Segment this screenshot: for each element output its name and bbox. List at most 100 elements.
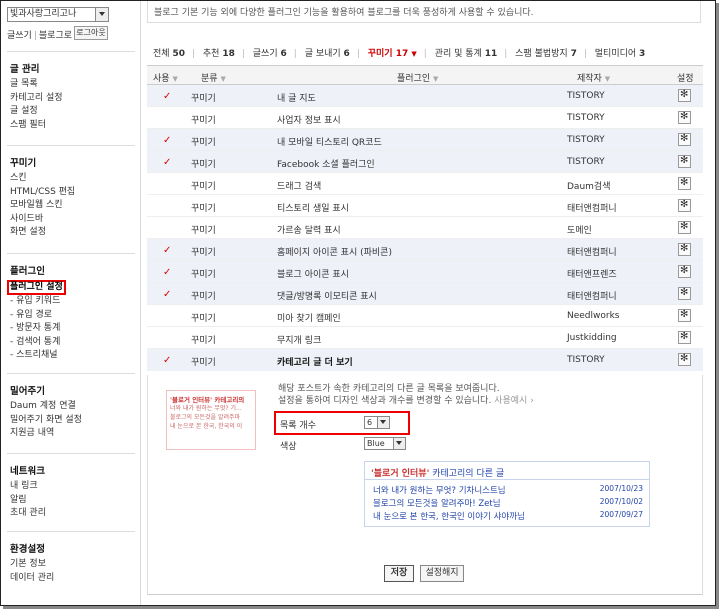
table-row[interactable]: 꾸미기 드래그 검색 Daum검색: [147, 173, 703, 195]
sidebar-item-sidebar[interactable]: 사이드바: [10, 213, 75, 227]
to-blog-link[interactable]: 블로그로: [39, 31, 72, 41]
gear-icon[interactable]: [678, 111, 691, 124]
sidebar-item-my-links[interactable]: 내 링크: [10, 480, 46, 494]
sidebar-item-search-stats[interactable]: - 검색어 통계: [10, 336, 66, 350]
logout-button[interactable]: 로그아웃: [74, 26, 108, 40]
preview-item[interactable]: 너와 내가 원하는 무엇? 기차니스트님 2007/10/23: [365, 483, 649, 496]
row-plugin-name: 블로그 아이콘 표시: [277, 270, 349, 280]
sidebar-item-html-css[interactable]: HTML/CSS 편집: [10, 186, 75, 200]
plugin-detail-panel: '블로거 인터뷰' 카테고리의 너와 내가 원하는 무엇? 기... 블로그의 …: [147, 375, 703, 595]
preview-item-date: 2007/09/27: [599, 510, 643, 519]
table-header: 사용 ▼ 분류 ▼ 플러그인 ▼ 제작자 ▼ 설정: [147, 65, 703, 85]
sidebar-item-invitations[interactable]: 초대 관리: [10, 507, 46, 521]
gear-icon[interactable]: [678, 133, 691, 146]
tab-admin-stats[interactable]: 관리 및 통계 11: [435, 49, 498, 59]
check-icon[interactable]: ✓: [163, 355, 171, 366]
sidebar-item-daum-account[interactable]: Daum 계정 연결: [10, 400, 82, 414]
sidebar-item-category-settings[interactable]: 카테고리 설정: [10, 92, 63, 106]
tab-decorate[interactable]: 꾸미기 17 ▼: [368, 49, 417, 59]
table-row[interactable]: ✓ 꾸미기 홈페이지 아이콘 표시 (파비콘) 태터앤컴퍼니: [147, 239, 703, 261]
save-button[interactable]: 저장: [384, 565, 414, 582]
write-link[interactable]: 글쓰기: [7, 31, 32, 41]
sidebar-item-mobile-skin[interactable]: 모바일웹 스킨: [10, 199, 75, 213]
table-row[interactable]: ✓ 꾸미기 Facebook 소셜 플러그인 TISTORY: [147, 151, 703, 173]
sidebar-item-story-channel[interactable]: - 스트리채널: [10, 349, 66, 363]
row-maker: TISTORY: [567, 355, 605, 365]
row-category: 꾸미기: [191, 358, 216, 368]
table-row[interactable]: 꾸미기 미아 찾기 캠페인 Needlworks: [147, 305, 703, 327]
color-select[interactable]: Blue: [364, 437, 406, 450]
check-icon[interactable]: ✓: [163, 91, 171, 102]
tab-writing[interactable]: 글쓰기 6: [253, 49, 287, 59]
preview-header: '블로거 인터뷰' 카테고리의 다른 글: [365, 462, 649, 480]
row-maker: 태터앤컴퍼니: [567, 292, 617, 302]
tab-count: 11: [484, 49, 498, 59]
tab-count: 6: [280, 49, 287, 59]
gear-icon[interactable]: [678, 89, 691, 102]
sidebar-item-visitor-stats[interactable]: - 방문자 통계: [10, 322, 66, 336]
table-row[interactable]: 꾸미기 가르송 달력 표시 도메인: [147, 217, 703, 239]
row-plugin-name: 가르송 달력 표시: [277, 226, 341, 236]
sidebar-item-inflow-keywords[interactable]: - 유입 키워드: [10, 295, 66, 309]
gear-icon[interactable]: [678, 331, 691, 344]
header-use[interactable]: 사용 ▼: [153, 71, 178, 84]
sidebar-item-push-screen[interactable]: 밀어주기 화면 설정: [10, 414, 82, 428]
list-count-select[interactable]: 6: [364, 416, 390, 429]
sidebar-item-plugin-settings[interactable]: 플러그인 설정: [7, 280, 66, 295]
sidebar-item-inflow-path[interactable]: - 유입 경로: [10, 309, 66, 323]
sidebar-item-spam-filter[interactable]: 스팸 필터: [10, 119, 63, 133]
header-plugin[interactable]: 플러그인 ▼: [397, 71, 438, 84]
sidebar-item-post-list[interactable]: 글 목록: [10, 78, 63, 92]
tab-label: 관리 및 통계: [434, 49, 482, 59]
gear-icon[interactable]: [678, 265, 691, 278]
table-row[interactable]: 꾸미기 티스토리 생일 표시 태터앤컴퍼니: [147, 195, 703, 217]
preview-item[interactable]: 내 눈으로 본 한국, 한국인 이야기 샤야까님 2007/09/27: [365, 509, 649, 522]
sidebar-item-notifications[interactable]: 알림: [10, 494, 46, 508]
sidebar-item-basic-info[interactable]: 기본 정보: [10, 558, 54, 572]
tab-all[interactable]: 전체 50: [153, 49, 185, 59]
sidebar-item-support-history[interactable]: 지원금 내역: [10, 427, 82, 441]
table-row[interactable]: ✓ 꾸미기 댓글/방명록 이모티콘 표시 태터앤컴퍼니: [147, 283, 703, 305]
tab-send-posts[interactable]: 글 보내기 6: [305, 49, 350, 59]
gear-icon[interactable]: [678, 199, 691, 212]
example-link[interactable]: 사용예시: [494, 396, 527, 406]
table-row[interactable]: ✓ 꾸미기 카테고리 글 더 보기 TISTORY: [147, 349, 703, 371]
sidebar-item-data-management[interactable]: 데이터 관리: [10, 572, 54, 586]
sidebar-item-screen-settings[interactable]: 화면 설정: [10, 226, 75, 240]
table-row[interactable]: 꾸미기 사업자 정보 표시 TISTORY: [147, 107, 703, 129]
table-row[interactable]: 꾸미기 무지개 링크 Justkidding: [147, 327, 703, 349]
header-category[interactable]: 분류 ▼: [201, 71, 226, 84]
preview-item[interactable]: 블로그의 모든것을 알려주마! Zet님 2007/10/02: [365, 496, 649, 509]
header-maker[interactable]: 제작자 ▼: [577, 71, 610, 84]
gear-icon[interactable]: [678, 309, 691, 322]
check-icon[interactable]: ✓: [163, 245, 171, 256]
gear-icon[interactable]: [678, 243, 691, 256]
table-row[interactable]: ✓ 꾸미기 블로그 아이콘 표시 태터앤프렌즈: [147, 261, 703, 283]
sidebar-group-title: 꾸미기: [10, 158, 37, 169]
filter-tabs: 전체 50 | 추천 18 | 글쓰기 6 | 글 보내기 6 | 꾸미기 17 ▼ | …: [153, 49, 646, 59]
blog-selector[interactable]: 빛과사랑그리고나: [7, 7, 109, 22]
row-plugin-name: 내 글 지도: [277, 94, 316, 104]
sidebar-item-skin[interactable]: 스킨: [10, 172, 75, 186]
gear-icon[interactable]: [678, 177, 691, 190]
check-icon[interactable]: ✓: [163, 135, 171, 146]
gear-icon[interactable]: [678, 221, 691, 234]
tab-multimedia[interactable]: 멀티미디어 3: [595, 49, 646, 59]
table-row[interactable]: ✓ 꾸미기 내 글 지도 TISTORY: [147, 85, 703, 107]
gear-icon[interactable]: [678, 353, 691, 366]
chevron-down-icon: [377, 417, 389, 428]
table-row[interactable]: ✓ 꾸미기 내 모바일 티스토리 QR코드 TISTORY: [147, 129, 703, 151]
check-icon[interactable]: ✓: [163, 157, 171, 168]
deactivate-button[interactable]: 설정해지: [420, 565, 464, 582]
check-icon[interactable]: ✓: [163, 289, 171, 300]
tab-spam-prevention[interactable]: 스팸 불법방지 7: [515, 49, 577, 59]
sidebar-item-post-settings[interactable]: 글 설정: [10, 105, 63, 119]
tab-recommended[interactable]: 추천 18: [203, 49, 235, 59]
row-category: 꾸미기: [191, 270, 216, 280]
gear-icon[interactable]: [678, 287, 691, 300]
gear-icon[interactable]: [678, 155, 691, 168]
row-category: 꾸미기: [191, 116, 216, 126]
row-category: 꾸미기: [191, 314, 216, 324]
check-icon[interactable]: ✓: [163, 267, 171, 278]
tab-label: 꾸미기: [367, 49, 393, 59]
